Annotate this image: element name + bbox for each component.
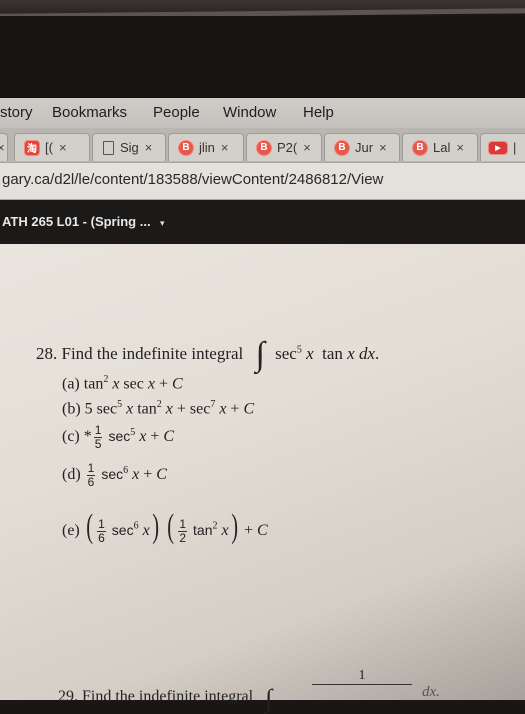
option-e[interactable]: (e) (1 6 sec6 x) (1 2 tan2 x) + C <box>62 506 268 545</box>
tab-label: Jur <box>355 140 374 155</box>
b-badge-icon: B <box>335 140 349 155</box>
chevron-down-icon[interactable]: ▾ <box>160 218 165 229</box>
option-b[interactable]: (b) 5 sec5 x tan2 x + sec7 x + C <box>62 399 254 418</box>
tab-6[interactable]: B Lal × <box>402 133 478 161</box>
menu-history[interactable]: story <box>0 104 33 121</box>
integral-sign: ∫ <box>265 684 273 713</box>
menu-people[interactable]: People <box>153 104 200 121</box>
fraction: 16 <box>97 516 106 545</box>
option-d[interactable]: (d) 16 sec6 x + C <box>62 462 167 489</box>
option-c[interactable]: (c) * 1 5 sec5 x + C <box>62 424 174 451</box>
dark-region <box>0 16 525 100</box>
question-28: 28. Find the indefinite integral ∫ sec5 … <box>36 330 380 373</box>
menu-bookmarks[interactable]: Bookmarks <box>52 104 127 121</box>
option-label: (d) <box>62 466 81 484</box>
tab-label: jlin <box>199 140 215 155</box>
tab-1[interactable]: 淘 [( × <box>14 133 90 161</box>
integral-sign: ∫ <box>255 336 265 373</box>
tab-label: Lal <box>433 140 451 155</box>
fraction-numerator: 1 <box>312 668 412 685</box>
fraction: 15 <box>93 423 103 451</box>
b-badge-icon: B <box>179 140 193 155</box>
youtube-icon: ▶ <box>489 141 507 154</box>
close-icon[interactable]: × <box>145 140 153 155</box>
tab-5[interactable]: B Jur × <box>324 133 400 161</box>
tab-4[interactable]: B P2( × <box>246 133 322 161</box>
document-page: 28. Find the indefinite integral ∫ sec5 … <box>0 244 525 713</box>
question-number: 29. <box>58 688 78 705</box>
question-prompt: Find the indefinite integral <box>61 344 244 363</box>
taobao-icon: 淘 <box>25 140 39 155</box>
url-text[interactable]: gary.ca/d2l/le/content/183588/viewConten… <box>2 171 383 188</box>
fraction: 12 <box>178 516 188 545</box>
close-icon[interactable]: × <box>379 140 387 155</box>
question-number: 28. <box>36 344 58 363</box>
course-nav-bar: ATH 265 L01 - (Spring ... ▾ <box>0 200 525 244</box>
b-badge-icon: B <box>257 140 271 155</box>
close-icon[interactable]: × <box>59 140 67 155</box>
document-icon <box>103 140 114 155</box>
close-icon[interactable]: × <box>0 140 5 155</box>
close-icon[interactable]: × <box>221 140 229 155</box>
option-label: (c) <box>62 428 80 446</box>
tab-label: P2( <box>277 140 298 155</box>
close-icon[interactable]: × <box>456 140 464 155</box>
menu-help[interactable]: Help <box>303 104 334 121</box>
option-label: (e) <box>62 522 80 539</box>
option-label: (b) <box>62 400 81 418</box>
tab-strip: × 淘 [( × Sig × B jlin × B P2( × B Jur × … <box>0 128 525 162</box>
tab-label: Sig <box>120 140 139 155</box>
fraction: 16 <box>86 461 96 489</box>
tab-2[interactable]: Sig × <box>92 133 166 161</box>
option-a[interactable]: (a) tan2 x sec x + C <box>62 374 183 393</box>
question-29: 29. Find the indefinite integral ∫ <box>58 678 278 713</box>
question-prompt: Find the indefinite integral <box>82 688 254 705</box>
tab-partial[interactable]: × <box>0 133 8 161</box>
tab-7[interactable]: ▶ | <box>480 133 525 161</box>
integrand: sec5 x tan x dx. <box>275 344 380 363</box>
option-label: (a) <box>62 375 80 393</box>
dx-tail: dx. <box>422 684 440 700</box>
menu-bar: story Bookmarks People Window Help <box>0 98 525 128</box>
course-title[interactable]: ATH 265 L01 - (Spring ... <box>2 214 151 229</box>
menu-window[interactable]: Window <box>223 104 276 121</box>
b-badge-icon: B <box>413 140 427 155</box>
tab-label: [( <box>45 140 53 155</box>
address-bar[interactable]: gary.ca/d2l/le/content/183588/viewConten… <box>0 162 525 200</box>
tab-label: | <box>513 140 517 155</box>
tab-3[interactable]: B jlin × <box>168 133 244 161</box>
close-icon[interactable]: × <box>303 140 311 155</box>
